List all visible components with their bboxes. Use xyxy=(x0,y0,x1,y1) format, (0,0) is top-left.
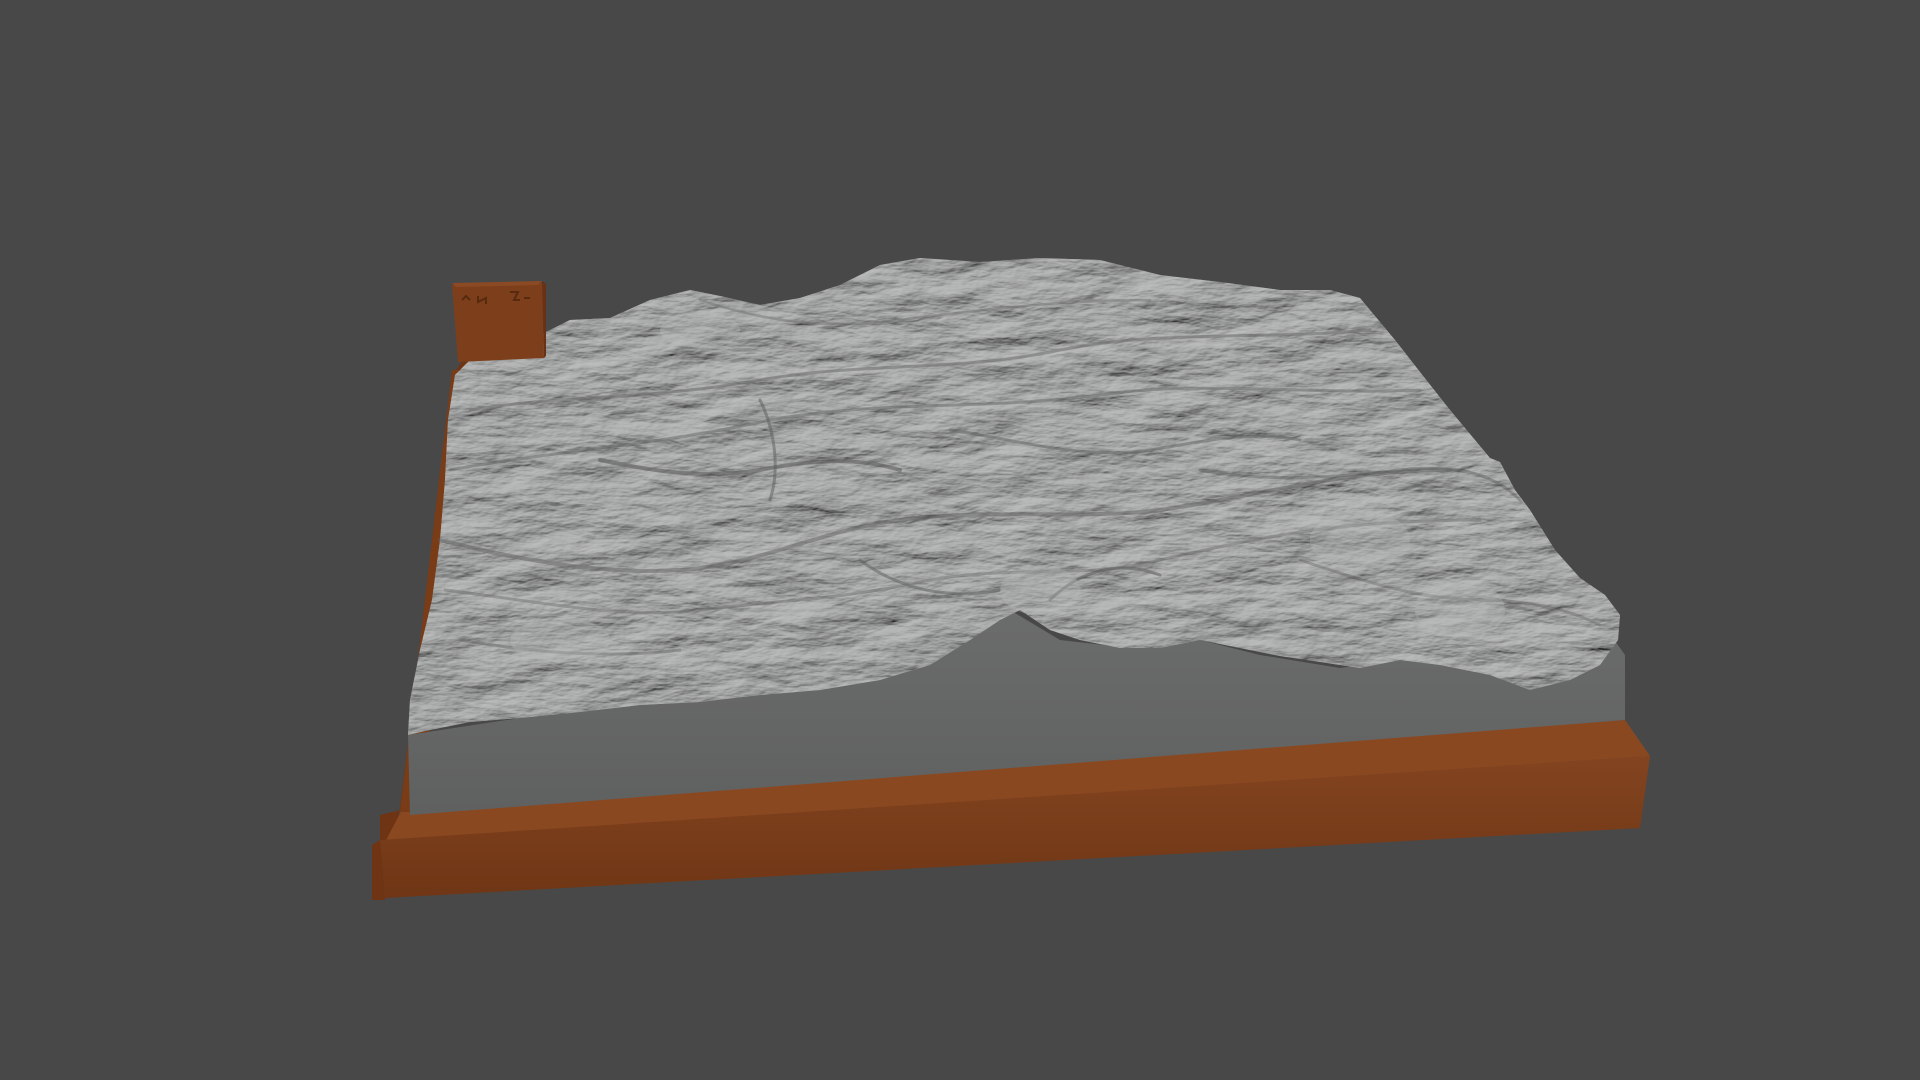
terrain-model-render xyxy=(372,258,1650,900)
label-block xyxy=(452,281,546,362)
3d-viewport[interactable] xyxy=(0,0,1920,1080)
